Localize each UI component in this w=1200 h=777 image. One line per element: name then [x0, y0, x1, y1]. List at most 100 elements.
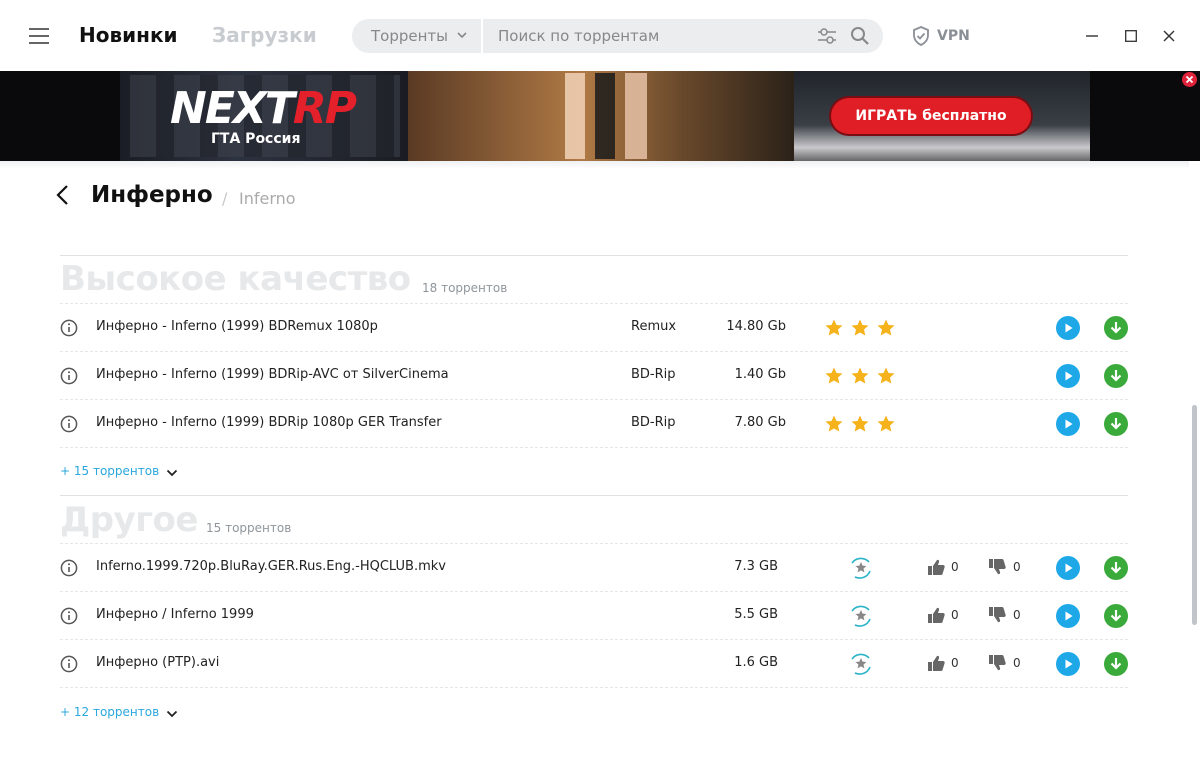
info-icon[interactable]: [60, 367, 78, 385]
title-separator: /: [222, 189, 228, 208]
star-icon: [877, 367, 895, 384]
close-icon[interactable]: [1163, 30, 1175, 42]
dislike-count: 0: [1013, 560, 1021, 574]
info-icon[interactable]: [60, 655, 78, 673]
torrent-type: BD-Rip: [631, 415, 676, 430]
torrent-row[interactable]: Инферно / Inferno 1999 5.5 GB 0 0: [60, 592, 1128, 640]
star-icon: [877, 319, 895, 336]
thumbs-down-icon[interactable]: [988, 654, 1007, 672]
ad-play-button[interactable]: ИГРАТЬ бесплатно: [831, 98, 1031, 134]
torrent-row[interactable]: Инферно - Inferno (1999) BDRemux 1080p Re…: [60, 304, 1128, 352]
search-input[interactable]: [498, 25, 798, 47]
filter-sliders-icon[interactable]: [817, 27, 837, 45]
vpn-label: VPN: [937, 28, 970, 44]
torrent-row[interactable]: Инферно (PTP).avi 1.6 GB 0 0: [60, 640, 1128, 688]
tab-downloads[interactable]: Загрузки: [212, 23, 317, 47]
info-icon[interactable]: [60, 607, 78, 625]
ad-close-button[interactable]: [1182, 72, 1197, 87]
download-icon[interactable]: [1104, 364, 1128, 388]
star-icon: [877, 415, 895, 432]
torrent-name[interactable]: Инферно - Inferno (1999) BDRip-AVC от Si…: [96, 367, 449, 382]
like-count: 0: [951, 560, 959, 574]
star-icon: [825, 367, 843, 384]
torrent-size: 14.80 Gb: [726, 319, 786, 334]
chevron-down-icon[interactable]: [166, 468, 178, 478]
info-icon[interactable]: [60, 415, 78, 433]
torrent-size: 1.6 GB: [734, 655, 778, 670]
play-icon[interactable]: [1056, 412, 1080, 436]
download-icon[interactable]: [1104, 556, 1128, 580]
thumbs-down-icon[interactable]: [988, 606, 1007, 624]
thumbs-up-icon[interactable]: [927, 558, 946, 576]
menu-icon[interactable]: [29, 28, 49, 44]
section-title-high-quality: Высокое качество: [60, 259, 411, 299]
seeding-star-icon: [851, 557, 871, 579]
top-bar: Новинки Загрузки Торренты VPN: [0, 0, 1200, 71]
section-count: 18 торрентов: [422, 281, 508, 295]
torrent-type: Remux: [631, 319, 677, 334]
search-icon[interactable]: [850, 26, 870, 46]
original-title: Inferno: [239, 189, 296, 208]
chevron-down-icon[interactable]: [166, 709, 178, 719]
torrent-name[interactable]: Инферно (PTP).avi: [96, 655, 219, 670]
section-divider: [60, 255, 1128, 256]
info-icon[interactable]: [60, 319, 78, 337]
star-icon: [851, 319, 869, 336]
download-icon[interactable]: [1104, 316, 1128, 340]
like-count: 0: [951, 608, 959, 622]
torrent-row[interactable]: Инферно - Inferno (1999) BDRip-AVC от Si…: [60, 352, 1128, 400]
torrent-size: 5.5 GB: [734, 607, 778, 622]
scrollbar-thumb[interactable]: [1192, 405, 1197, 625]
search-category-select[interactable]: Торренты: [371, 27, 448, 45]
play-icon[interactable]: [1056, 316, 1080, 340]
thumbs-up-icon[interactable]: [927, 606, 946, 624]
like-count: 0: [951, 656, 959, 670]
chevron-down-icon[interactable]: [456, 29, 468, 41]
back-arrow-icon[interactable]: [55, 185, 73, 205]
thumbs-down-icon[interactable]: [988, 558, 1007, 576]
torrent-size: 7.3 GB: [734, 559, 778, 574]
minimize-icon[interactable]: [1086, 35, 1100, 37]
dislike-count: 0: [1013, 656, 1021, 670]
banner-shadow: [0, 161, 1200, 169]
row-separator: [60, 447, 1128, 448]
download-icon[interactable]: [1104, 652, 1128, 676]
seeding-star-icon: [851, 653, 871, 675]
download-icon[interactable]: [1104, 604, 1128, 628]
section-title-other: Другое: [60, 500, 198, 540]
section-divider: [60, 495, 1128, 496]
torrent-name[interactable]: Inferno.1999.720p.BluRay.GER.Rus.Eng.-HQ…: [96, 559, 446, 574]
download-icon[interactable]: [1104, 412, 1128, 436]
page-title: Инферно: [91, 182, 213, 208]
ad-banner[interactable]: NEXTRP ГТА Россия ИГРАТЬ бесплатно: [0, 71, 1200, 161]
torrent-size: 7.80 Gb: [734, 415, 786, 430]
play-icon[interactable]: [1056, 604, 1080, 628]
seeding-star-icon: [851, 605, 871, 627]
star-icon: [825, 319, 843, 336]
section-count: 15 торрентов: [206, 521, 292, 535]
torrent-row[interactable]: Inferno.1999.720p.BluRay.GER.Rus.Eng.-HQ…: [60, 544, 1128, 592]
star-icon: [825, 415, 843, 432]
ad-logo: NEXTRP: [170, 83, 357, 134]
ad-image-figures: [555, 73, 675, 159]
info-icon[interactable]: [60, 559, 78, 577]
thumbs-up-icon[interactable]: [927, 654, 946, 672]
torrent-size: 1.40 Gb: [734, 367, 786, 382]
close-icon: [1185, 75, 1194, 84]
star-icon: [851, 415, 869, 432]
dislike-count: 0: [1013, 608, 1021, 622]
play-icon[interactable]: [1056, 556, 1080, 580]
ad-logo-subtitle: ГТА Россия: [211, 131, 301, 147]
show-more-high-quality[interactable]: + 15 торрентов: [60, 464, 159, 478]
torrent-name[interactable]: Инферно - Inferno (1999) BDRemux 1080p: [96, 319, 378, 334]
play-icon[interactable]: [1056, 364, 1080, 388]
row-separator: [60, 687, 1128, 688]
torrent-row[interactable]: Инферно - Inferno (1999) BDRip 1080p GER…: [60, 400, 1128, 448]
tab-new[interactable]: Новинки: [79, 23, 178, 47]
show-more-other[interactable]: + 12 торрентов: [60, 705, 159, 719]
maximize-icon[interactable]: [1125, 30, 1137, 42]
torrent-name[interactable]: Инферно - Inferno (1999) BDRip 1080p GER…: [96, 415, 442, 430]
star-icon: [851, 367, 869, 384]
play-icon[interactable]: [1056, 652, 1080, 676]
torrent-name[interactable]: Инферно / Inferno 1999: [96, 607, 254, 622]
